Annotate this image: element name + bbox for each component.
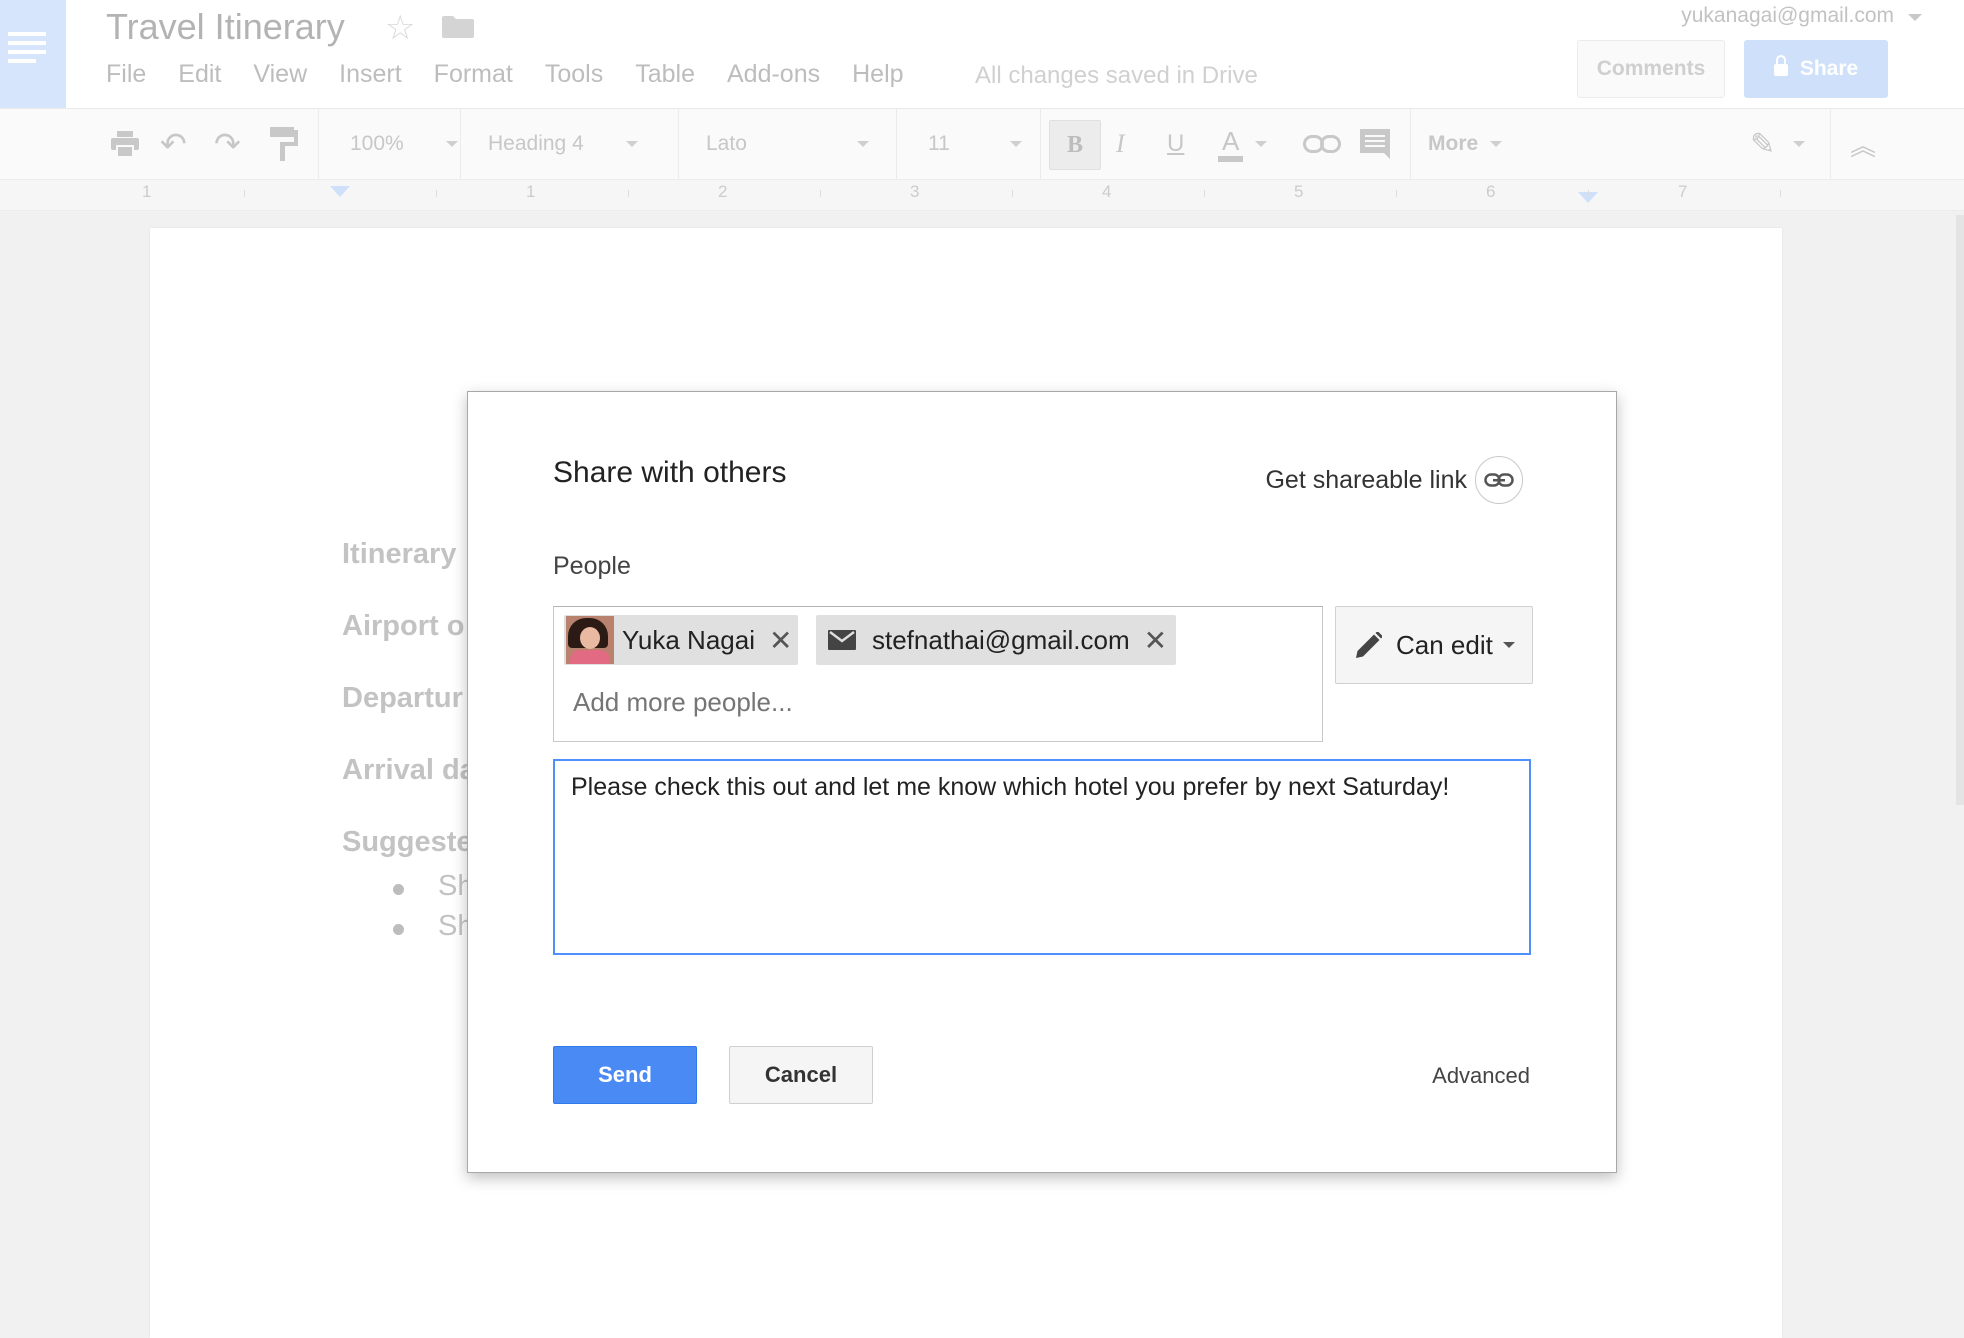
font-size-select[interactable]: 11 xyxy=(928,109,1022,179)
recipient-email: stefnathai@gmail.com xyxy=(872,624,1130,655)
insert-comment-icon[interactable] xyxy=(1360,129,1390,159)
more-label: More xyxy=(1428,132,1479,155)
ruler-number: 4 xyxy=(1102,182,1112,201)
bullet-dot xyxy=(393,924,404,935)
link-icon xyxy=(1475,456,1523,504)
undo-icon[interactable]: ↶ xyxy=(160,109,187,179)
font-value: Lato xyxy=(706,132,747,155)
zoom-select[interactable]: 100% xyxy=(350,109,458,179)
shareable-link-label: Get shareable link xyxy=(1265,465,1467,494)
style-select[interactable]: Heading 4 xyxy=(488,109,638,179)
document-heading: Suggeste xyxy=(342,826,473,858)
share-button[interactable]: Share xyxy=(1744,40,1888,98)
app-header: Travel Itinerary ☆ File Edit View Insert… xyxy=(0,0,1964,109)
ruler-number: 6 xyxy=(1486,182,1496,201)
send-button[interactable]: Send xyxy=(553,1046,697,1104)
message-textarea[interactable]: Please check this out and let me know wh… xyxy=(553,759,1531,955)
mail-icon xyxy=(828,630,856,650)
share-dialog: Share with others Get shareable link Peo… xyxy=(467,391,1617,1173)
document-title[interactable]: Travel Itinerary xyxy=(106,6,345,48)
people-input-box[interactable]: Yuka Nagai ✕ stefnathai@gmail.com ✕ xyxy=(553,606,1323,742)
recipient-chip[interactable]: Yuka Nagai ✕ xyxy=(564,615,798,665)
menu-format[interactable]: Format xyxy=(434,60,513,89)
chevron-down-icon xyxy=(625,141,638,147)
chevron-down-icon xyxy=(1255,141,1268,147)
chevron-down-icon xyxy=(445,141,458,147)
docs-home-icon[interactable] xyxy=(0,0,66,108)
remove-recipient-icon[interactable]: ✕ xyxy=(769,624,792,657)
star-icon[interactable]: ☆ xyxy=(385,8,415,48)
ruler-number: 5 xyxy=(1294,182,1304,201)
text-color-button[interactable]: A xyxy=(1218,109,1268,179)
ruler-number: 1 xyxy=(142,182,152,201)
document-heading: Arrival da xyxy=(342,754,476,786)
menu-bar: File Edit View Insert Format Tools Table… xyxy=(106,60,936,89)
menu-addons[interactable]: Add-ons xyxy=(727,60,820,89)
menu-insert[interactable]: Insert xyxy=(339,60,402,89)
bullet-dot xyxy=(393,884,404,895)
insert-link-icon[interactable] xyxy=(1303,135,1341,153)
lock-icon xyxy=(1773,55,1788,76)
chevron-down-icon xyxy=(856,141,869,147)
chevron-down-icon xyxy=(1793,141,1806,147)
people-label: People xyxy=(553,552,631,580)
recipient-name: Yuka Nagai xyxy=(622,624,755,655)
chevron-down-icon xyxy=(1490,141,1503,147)
menu-view[interactable]: View xyxy=(253,60,307,89)
ruler-number: 1 xyxy=(526,182,536,201)
collapse-toolbar-icon[interactable]: ︽ xyxy=(1850,109,1876,179)
bold-button[interactable]: B xyxy=(1049,120,1101,170)
chevron-down-icon[interactable] xyxy=(1908,14,1922,21)
add-people-input[interactable] xyxy=(573,687,1273,718)
vertical-scrollbar[interactable] xyxy=(1956,215,1964,805)
document-heading: Airport o xyxy=(342,610,465,642)
menu-file[interactable]: File xyxy=(106,60,146,89)
avatar xyxy=(566,616,614,664)
underline-button[interactable]: U xyxy=(1167,109,1184,179)
document-heading: Itinerary xyxy=(342,538,457,570)
remove-recipient-icon[interactable]: ✕ xyxy=(1144,624,1167,657)
dialog-title: Share with others xyxy=(553,456,787,489)
zoom-value: 100% xyxy=(350,132,404,155)
share-button-label: Share xyxy=(1799,57,1859,80)
permission-label: Can edit xyxy=(1396,629,1493,660)
pencil-icon xyxy=(1356,632,1382,658)
text-color-label: A xyxy=(1218,126,1244,162)
ruler: 1 1 2 3 4 5 6 7 xyxy=(0,180,1964,211)
menu-table[interactable]: Table xyxy=(635,60,695,89)
advanced-link[interactable]: Advanced xyxy=(1432,1063,1530,1089)
indent-marker[interactable] xyxy=(330,186,350,197)
editing-mode-icon[interactable]: ✎ xyxy=(1750,109,1806,179)
chevron-down-icon xyxy=(1502,642,1515,648)
comments-button[interactable]: Comments xyxy=(1577,40,1725,98)
permission-dropdown[interactable]: Can edit xyxy=(1335,606,1533,684)
formatting-toolbar: ↶ ↷ 100% Heading 4 Lato 11 B I U A More … xyxy=(0,109,1964,180)
font-size-value: 11 xyxy=(928,132,950,155)
get-shareable-link-button[interactable]: Get shareable link xyxy=(1265,456,1523,504)
folder-icon[interactable] xyxy=(442,16,474,38)
menu-edit[interactable]: Edit xyxy=(178,60,221,89)
italic-button[interactable]: I xyxy=(1116,109,1125,179)
cancel-button[interactable]: Cancel xyxy=(729,1046,873,1104)
recipient-chip[interactable]: stefnathai@gmail.com ✕ xyxy=(816,615,1176,665)
ruler-number: 3 xyxy=(910,182,920,201)
ruler-number: 7 xyxy=(1678,182,1688,201)
chevron-down-icon xyxy=(1009,141,1022,147)
document-heading: Departur xyxy=(342,682,463,714)
redo-icon[interactable]: ↷ xyxy=(214,109,241,179)
save-status[interactable]: All changes saved in Drive xyxy=(975,62,1258,90)
font-select[interactable]: Lato xyxy=(706,109,869,179)
account-email[interactable]: yukanagai@gmail.com xyxy=(1681,4,1894,28)
menu-tools[interactable]: Tools xyxy=(545,60,603,89)
print-icon[interactable] xyxy=(111,131,139,157)
ruler-number: 2 xyxy=(718,182,728,201)
more-button[interactable]: More xyxy=(1428,109,1503,179)
paint-format-icon[interactable] xyxy=(270,127,298,161)
style-value: Heading 4 xyxy=(488,132,584,155)
menu-help[interactable]: Help xyxy=(852,60,903,89)
